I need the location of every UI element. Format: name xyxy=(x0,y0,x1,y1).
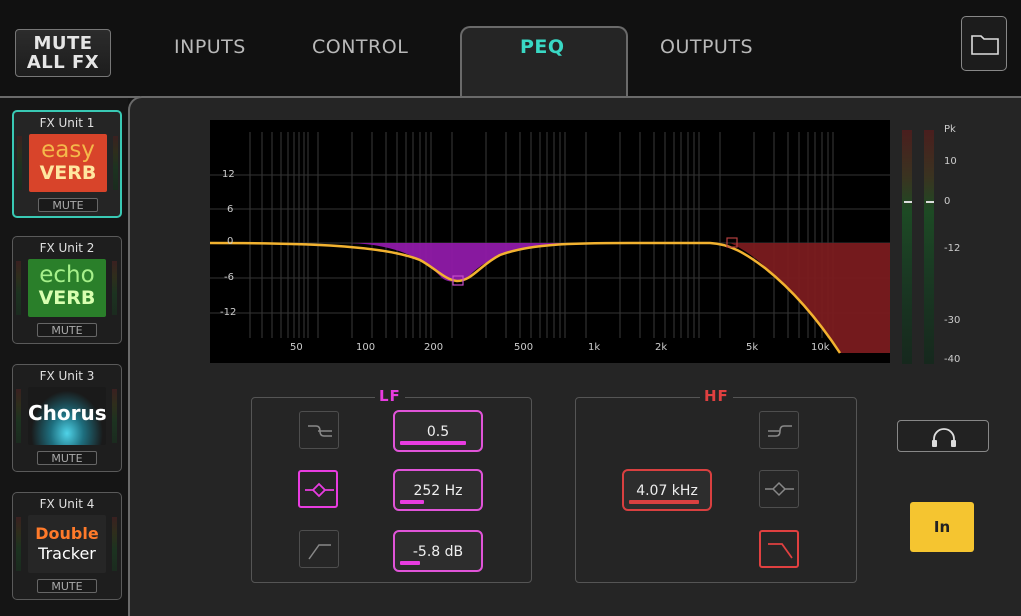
meter-scale-minus-12: -12 xyxy=(944,243,961,254)
hf-bell-button[interactable] xyxy=(759,470,799,508)
bell-shape-icon xyxy=(765,481,794,497)
bell-shape-icon xyxy=(305,482,334,498)
eq-response-graph[interactable]: 12 6 0 -6 -12 50 100 200 500 1k 2k 5k 10… xyxy=(210,120,890,363)
lf-bell-button[interactable] xyxy=(298,470,338,508)
fx-input-meter xyxy=(16,517,21,571)
lf-frequency-control[interactable]: 252 Hz xyxy=(393,469,483,511)
echo-verb-logo: echo VERB xyxy=(28,259,106,317)
lf-gain-value: -5.8 dB xyxy=(412,544,464,560)
lf-width-level-bar xyxy=(400,441,466,445)
high-shelf-icon xyxy=(768,425,792,437)
fx-mute-button[interactable]: MUTE xyxy=(37,323,97,337)
fx-art-line1: Double xyxy=(35,524,99,543)
fx-mute-button[interactable]: MUTE xyxy=(38,198,98,212)
lf-band-panel xyxy=(251,397,532,583)
y-tick-minus-6: -6 xyxy=(224,272,234,283)
lf-frequency-value: 252 Hz xyxy=(413,483,463,499)
folder-icon xyxy=(971,35,999,55)
meter-peak-indicator-left xyxy=(904,201,912,203)
meter-scale-0: 0 xyxy=(944,196,951,207)
fx-unit-label: FX Unit 1 xyxy=(39,116,95,130)
headphones-icon xyxy=(932,428,956,447)
lf-gain-control[interactable]: -5.8 dB xyxy=(393,530,483,572)
fx-unit-1[interactable]: FX Unit 1 easy VERB MUTE xyxy=(12,110,122,218)
fx-unit-2[interactable]: FX Unit 2 echo VERB MUTE xyxy=(12,236,122,344)
x-tick-2k: 2k xyxy=(655,342,668,353)
double-tracker-logo: Double Tracker xyxy=(28,515,106,573)
fx-input-meter xyxy=(16,261,21,315)
tab-inputs[interactable]: INPUTS xyxy=(174,36,246,58)
meter-scale-pk: Pk xyxy=(944,124,956,135)
lf-width-control[interactable]: 0.5 xyxy=(393,410,483,452)
lf-band-title: LF xyxy=(375,387,405,405)
hf-low-pass-shelf-button[interactable] xyxy=(759,411,799,449)
fx-mute-button[interactable]: MUTE xyxy=(37,451,97,465)
hf-band-panel xyxy=(575,397,857,583)
x-tick-500: 500 xyxy=(514,342,534,353)
x-tick-5k: 5k xyxy=(746,342,759,353)
fx-art-line1: echo xyxy=(39,262,95,288)
easy-verb-logo: easy VERB xyxy=(29,134,107,192)
fx-unit-label: FX Unit 3 xyxy=(39,369,95,383)
meter-scale-minus-40: -40 xyxy=(944,354,961,365)
headphones-monitor-button[interactable] xyxy=(897,420,989,452)
fx-output-meter xyxy=(113,136,118,190)
lf-high-pass-button[interactable] xyxy=(299,411,339,449)
lf-frequency-level-bar xyxy=(400,500,424,504)
x-tick-100: 100 xyxy=(356,342,376,353)
y-tick-minus-12: -12 xyxy=(220,307,237,318)
hf-frequency-control[interactable]: 4.07 kHz xyxy=(622,469,712,511)
fx-unit-3[interactable]: FX Unit 3 Chorus MUTE xyxy=(12,364,122,472)
tab-outputs[interactable]: OUTPUTS xyxy=(660,36,753,58)
graph-vertical-gridlines xyxy=(249,132,834,338)
meter-scale-10: 10 xyxy=(944,156,957,167)
x-tick-50: 50 xyxy=(290,342,303,353)
fx-input-meter xyxy=(17,136,22,190)
eq-in-button[interactable]: In xyxy=(910,502,974,552)
x-tick-1k: 1k xyxy=(588,342,601,353)
output-meter-left xyxy=(902,130,912,364)
fx-unit-label: FX Unit 2 xyxy=(39,241,95,255)
tab-control[interactable]: CONTROL xyxy=(312,36,408,58)
fx-unit-column: FX Unit 1 easy VERB MUTE FX Unit 2 echo … xyxy=(0,98,128,616)
hf-frequency-level-bar xyxy=(629,500,699,504)
fx-art-line1: easy xyxy=(41,137,95,163)
fx-art-line2: VERB xyxy=(38,287,96,309)
lf-width-value: 0.5 xyxy=(426,424,450,440)
mute-all-label-2: ALL FX xyxy=(26,52,100,73)
x-tick-10k: 10k xyxy=(811,342,830,353)
hf-band-title: HF xyxy=(700,387,733,405)
low-shelf-icon xyxy=(308,544,331,560)
meter-peak-indicator-right xyxy=(926,201,934,203)
y-tick-0: 0 xyxy=(227,236,234,247)
fx-art-line2: VERB xyxy=(39,162,97,184)
y-tick-6: 6 xyxy=(227,204,234,215)
fx-input-meter xyxy=(16,389,21,443)
meter-scale-minus-30: -30 xyxy=(944,315,961,326)
tab-peq[interactable]: PEQ xyxy=(520,36,565,58)
fx-output-meter xyxy=(112,261,117,315)
mute-all-label-1: MUTE xyxy=(33,33,93,54)
fx-art-line1: Chorus xyxy=(28,401,107,425)
high-pass-shape-icon xyxy=(308,425,332,437)
output-meter-right xyxy=(924,130,934,364)
lf-gain-level-bar xyxy=(400,561,420,565)
fx-mute-button[interactable]: MUTE xyxy=(37,579,97,593)
fx-output-meter xyxy=(112,389,117,443)
fx-unit-label: FX Unit 4 xyxy=(39,497,95,511)
chorus-logo: Chorus xyxy=(28,387,107,445)
y-tick-12: 12 xyxy=(222,169,235,180)
fx-output-meter xyxy=(112,517,117,571)
lf-shelf-button[interactable] xyxy=(299,530,339,568)
fx-art-line2: Tracker xyxy=(38,544,96,563)
mute-all-fx-button[interactable]: MUTE ALL FX xyxy=(15,29,111,77)
hf-frequency-value: 4.07 kHz xyxy=(636,483,698,499)
low-pass-shape-icon xyxy=(768,543,793,559)
fx-unit-4[interactable]: FX Unit 4 Double Tracker MUTE xyxy=(12,492,122,600)
hf-low-pass-button[interactable] xyxy=(759,530,799,568)
x-tick-200: 200 xyxy=(424,342,444,353)
folder-button[interactable] xyxy=(961,16,1007,71)
